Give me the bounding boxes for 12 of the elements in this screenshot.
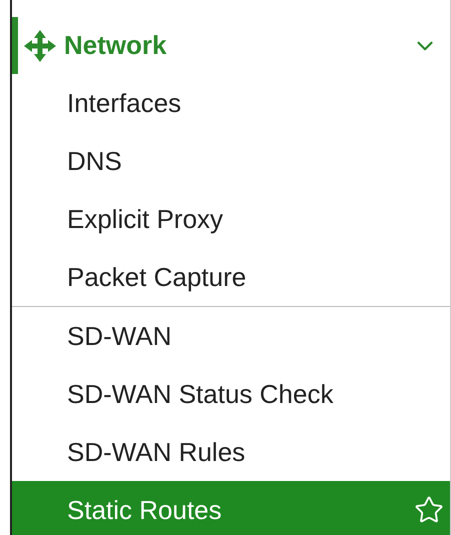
menu-item[interactable]: Interfaces	[12, 74, 450, 132]
menu-item[interactable]: SD-WAN Status Check	[12, 365, 450, 423]
menu-item[interactable]: Static Routes	[12, 481, 450, 535]
network-menu-header[interactable]: Network	[12, 17, 450, 74]
menu-item[interactable]: SD-WAN	[12, 307, 450, 365]
menu-item[interactable]: DNS	[12, 132, 450, 190]
menu-item[interactable]: Packet Capture	[12, 248, 450, 306]
menu-title: Network	[64, 29, 168, 62]
move-arrows-icon	[24, 30, 56, 62]
menu-item[interactable]: Explicit Proxy	[12, 190, 450, 248]
menu-item[interactable]: SD-WAN Rules	[12, 423, 450, 481]
star-icon[interactable]	[414, 495, 444, 525]
